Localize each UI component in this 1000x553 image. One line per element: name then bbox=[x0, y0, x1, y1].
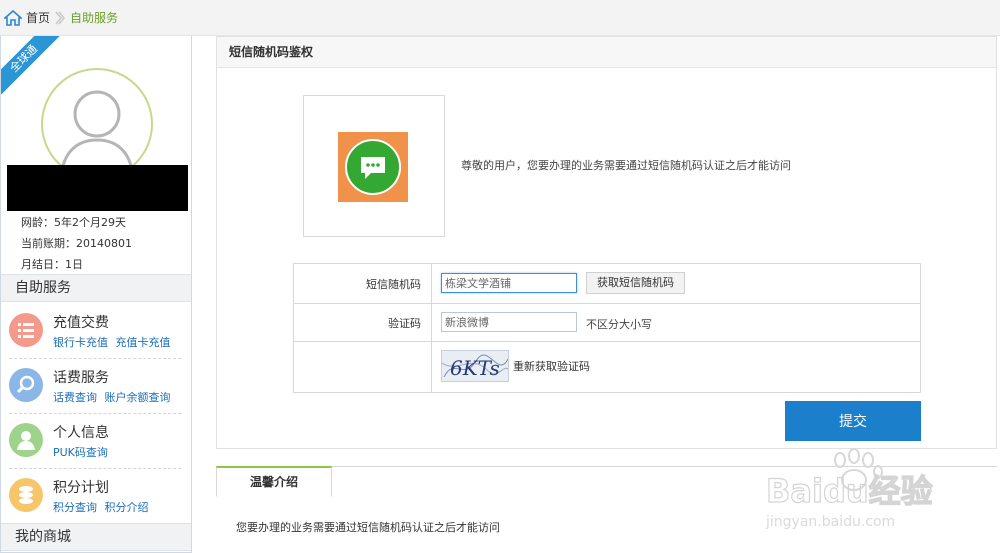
section-self-service: 自助服务 bbox=[1, 274, 191, 302]
sms-code-input[interactable] bbox=[441, 273, 577, 293]
sidebar: 全球通 网龄：5年2个月29天 当前账期：20140801 月结日：1日 自助服… bbox=[0, 36, 192, 553]
captcha-image[interactable]: 6KTs bbox=[441, 350, 509, 382]
empty-label bbox=[294, 342, 432, 392]
bill-period: 当前账期：20140801 bbox=[21, 237, 132, 250]
chevron-right-icon bbox=[55, 11, 65, 24]
menu-title: 个人信息 bbox=[53, 425, 109, 441]
link-puk-query[interactable]: PUK码查询 bbox=[53, 446, 108, 459]
bill-day: 月结日：1日 bbox=[21, 258, 83, 271]
panel-title: 短信随机码鉴权 bbox=[217, 37, 996, 68]
captcha-text: 6KTs bbox=[450, 356, 500, 380]
menu-title: 充值交费 bbox=[53, 315, 109, 331]
get-sms-code-button[interactable]: 获取短信随机码 bbox=[586, 272, 685, 294]
sms-code-label: 短信随机码 bbox=[294, 264, 432, 303]
net-age: 网龄：5年2个月29天 bbox=[21, 216, 126, 229]
refresh-captcha-link[interactable]: 重新获取验证码 bbox=[513, 358, 590, 374]
home-icon[interactable] bbox=[4, 9, 22, 26]
breadcrumb-current[interactable]: 自助服务 bbox=[70, 9, 118, 26]
auth-notice: 尊敬的用户，您要办理的业务需要通过短信随机码认证之后才能访问 bbox=[461, 159, 791, 172]
form-row-captcha-image: 6KTs 重新获取验证码 bbox=[294, 342, 920, 392]
brand-badge-label: 全球通 bbox=[1, 36, 61, 96]
person-icon bbox=[9, 423, 43, 457]
menu-item-personal-info[interactable]: 个人信息 PUK码查询 bbox=[9, 414, 181, 469]
sms-auth-panel: 短信随机码鉴权 尊敬的用户，您要办理的业务需要通过短信随机码认证之后才能访问 短… bbox=[216, 36, 997, 449]
user-silhouette-icon bbox=[59, 90, 135, 178]
form-row-sms: 短信随机码 获取短信随机码 bbox=[294, 264, 920, 304]
avatar bbox=[41, 68, 153, 180]
menu-title: 积分计划 bbox=[53, 480, 109, 496]
auth-form: 短信随机码 获取短信随机码 验证码 不区分大小写 6KTs 重新获取验证码 bbox=[293, 263, 921, 393]
link-points-intro[interactable]: 积分介绍 bbox=[105, 501, 149, 514]
sms-icon bbox=[338, 132, 408, 202]
menu-item-bill-service[interactable]: 话费服务 话费查询 账户余额查询 bbox=[9, 359, 181, 414]
link-bank-card-recharge[interactable]: 银行卡充值 bbox=[53, 336, 108, 349]
form-row-captcha: 验证码 不区分大小写 bbox=[294, 304, 920, 342]
list-icon bbox=[9, 313, 43, 347]
submit-button[interactable]: 提交 bbox=[785, 401, 921, 441]
menu-item-recharge[interactable]: 充值交费 银行卡充值 充值卡充值 bbox=[9, 304, 181, 359]
breadcrumb-home[interactable]: 首页 bbox=[26, 9, 50, 26]
search-icon bbox=[9, 368, 43, 402]
link-balance-query[interactable]: 账户余额查询 bbox=[105, 391, 171, 404]
captcha-input[interactable] bbox=[441, 312, 577, 332]
tips-text: 您要办理的业务需要通过短信随机码认证之后才能访问 bbox=[236, 521, 500, 534]
brand-badge: 全球通 bbox=[1, 36, 61, 96]
tips-panel: 温馨介绍 您要办理的业务需要通过短信随机码认证之后才能访问 bbox=[216, 466, 997, 553]
captcha-hint: 不区分大小写 bbox=[586, 318, 652, 331]
breadcrumb: 首页 自助服务 bbox=[0, 0, 1000, 36]
link-bill-query[interactable]: 话费查询 bbox=[53, 391, 97, 404]
link-card-recharge[interactable]: 充值卡充值 bbox=[116, 336, 171, 349]
section-my-mall[interactable]: 我的商城 bbox=[1, 523, 191, 551]
user-name-redacted bbox=[7, 165, 188, 211]
tab-tips[interactable]: 温馨介绍 bbox=[216, 466, 332, 497]
sms-icon-tile bbox=[303, 95, 445, 237]
captcha-label: 验证码 bbox=[294, 304, 432, 341]
menu-item-points-plan[interactable]: 积分计划 积分查询 积分介绍 bbox=[9, 469, 181, 524]
menu-title: 话费服务 bbox=[53, 370, 109, 386]
coins-icon bbox=[9, 478, 43, 512]
link-points-query[interactable]: 积分查询 bbox=[53, 501, 97, 514]
